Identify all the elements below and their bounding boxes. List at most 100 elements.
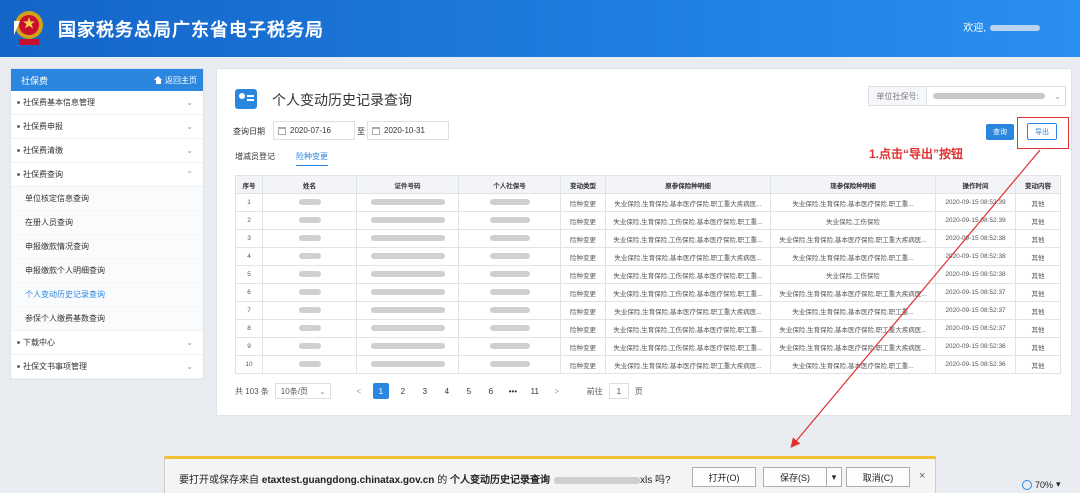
return-home-label: 返回主页 — [165, 75, 197, 85]
cell-index: 10 — [235, 355, 263, 374]
magnifier-icon — [1022, 479, 1032, 490]
date-to-input[interactable]: 2020-10-31 — [367, 121, 449, 140]
cell-change-type: 险种变更 — [560, 337, 606, 356]
site-title: 国家税务总局广东省电子税务局 — [58, 20, 324, 40]
close-icon[interactable]: × — [919, 470, 925, 482]
column-header: 操作时间 — [935, 175, 1016, 194]
chevron-down-icon: ⌄ — [1054, 92, 1061, 101]
table-row[interactable]: 7 险种变更 失业保险,生育保险,基本医疗保险,职工重大疾病医... 失业保险,生育保… — [235, 301, 1061, 320]
sidebar-subitem-change-history[interactable]: 个人变动历史记录查询 — [11, 283, 203, 307]
tab-staff-change[interactable]: 增减员登记 — [235, 151, 275, 162]
sidebar-item-declare[interactable]: 社保费申报 ⌄ — [11, 115, 203, 139]
chevron-down-icon: ⌄ — [186, 362, 193, 371]
download-prefix: 要打开或保存来自 — [179, 475, 259, 486]
page-size-select[interactable]: 10条/页 ⌄ — [274, 383, 331, 399]
cell-original-insurance: 失业保险,生育保险,工伤保险,基本医疗保险,职工重... — [605, 319, 771, 338]
cell-ss-number-redacted — [458, 247, 561, 266]
redacted-blur — [298, 271, 321, 278]
cell-id-number-redacted — [356, 355, 459, 374]
redacted-blur — [370, 289, 445, 296]
table-row[interactable]: 3 险种变更 失业保险,生育保险,工伤保险,基本医疗保险,职工重... 失业保险,生育… — [235, 229, 1061, 248]
redacted-blur — [489, 361, 530, 368]
cell-operation-time: 2020-09-15 08:52:38 — [935, 247, 1016, 266]
sidebar-item-settle[interactable]: 社保费清缴 ⌄ — [11, 139, 203, 163]
goto-page-input[interactable]: 1 — [608, 383, 629, 399]
sidebar-item-documents[interactable]: 社保文书事项管理 ⌄ — [11, 355, 203, 379]
redacted-blur — [489, 289, 530, 296]
open-button[interactable]: 打开(O) — [692, 467, 756, 487]
page-number[interactable]: 11 — [527, 383, 543, 399]
cell-ss-number-redacted — [458, 301, 561, 320]
cell-change-content: 其他 — [1015, 355, 1061, 374]
cell-original-insurance: 失业保险,生育保险,基本医疗保险,职工重大疾病医... — [605, 355, 771, 374]
table-row[interactable]: 6 险种变更 失业保险,生育保险,工伤保险,基本医疗保险,职工重... 失业保险,生育… — [235, 283, 1061, 302]
redacted-blur — [489, 199, 530, 206]
sidebar-item-download-center[interactable]: 下载中心 ⌄ — [11, 331, 203, 355]
next-page-button[interactable]: > — [549, 383, 565, 399]
cell-change-content: 其他 — [1015, 301, 1061, 320]
table-row[interactable]: 2 险种变更 失业保险,生育保险,工伤保险,基本医疗保险,职工重... 失业保险,工伤… — [235, 211, 1061, 230]
cell-name-redacted — [262, 355, 357, 374]
cell-id-number-redacted — [356, 193, 459, 212]
return-home-link[interactable]: 返回主页 — [154, 75, 197, 86]
table-row[interactable]: 8 险种变更 失业保险,生育保险,工伤保险,基本医疗保险,职工重... 失业保险,生育… — [235, 319, 1061, 338]
page-number[interactable]: 3 — [417, 383, 433, 399]
cell-ss-number-redacted — [458, 337, 561, 356]
page-number[interactable]: 4 — [439, 383, 455, 399]
chevron-down-icon: ⌄ — [186, 146, 193, 155]
welcome-user[interactable]: 欢迎, — [963, 19, 1040, 34]
unit-social-security-label: 单位社保号: — [868, 86, 926, 106]
cell-change-type: 险种变更 — [560, 193, 606, 212]
save-button[interactable]: 保存(S) — [763, 467, 827, 487]
date-from-input[interactable]: 2020-07-16 — [273, 121, 355, 140]
sidebar-subitem-payment-status[interactable]: 申报缴款情况查询 — [11, 235, 203, 259]
sidebar-item-basic-info[interactable]: 社保费基本信息管理 ⌄ — [11, 91, 203, 115]
query-button[interactable]: 查询 — [986, 124, 1014, 140]
table-row[interactable]: 4 险种变更 失业保险,生育保险,基本医疗保险,职工重大疾病医... 失业保险,生育保… — [235, 247, 1061, 266]
bullet-icon — [17, 125, 20, 129]
cell-index: 6 — [235, 283, 263, 302]
page-number[interactable]: 1 — [372, 383, 389, 399]
cell-change-content: 其他 — [1015, 283, 1061, 302]
sidebar-item-label: 社保费申报 — [23, 122, 63, 131]
sidebar-item-label: 社保费查询 — [23, 170, 63, 179]
page-number[interactable]: 6 — [483, 383, 499, 399]
cell-name-redacted — [262, 265, 357, 284]
save-dropdown-button[interactable]: ▾ — [826, 467, 842, 487]
cell-change-content: 其他 — [1015, 193, 1061, 212]
sidebar-subitem-registered-staff[interactable]: 在册人员查询 — [11, 211, 203, 235]
cell-index: 9 — [235, 337, 263, 356]
page-ellipsis[interactable]: ••• — [505, 383, 521, 399]
main-panel: 个人变动历史记录查询 单位社保号: ⌄ 查询日期 2020-07-16 至 20… — [216, 68, 1072, 416]
zoom-control[interactable]: 70% ▾ — [1022, 479, 1061, 490]
table-row[interactable]: 5 险种变更 失业保险,生育保险,工伤保险,基本医疗保险,职工重... 失业保险,工伤… — [235, 265, 1061, 284]
cell-change-content: 其他 — [1015, 265, 1061, 284]
table-header-row: 序号 姓名 证件号码 个人社保号 变动类型 原参保险种明细 现参保险种明细 操作… — [235, 175, 1061, 194]
date-to-value: 2020-10-31 — [384, 126, 425, 135]
bullet-icon — [17, 173, 20, 177]
sidebar-subitem-unit-info[interactable]: 单位核定信息查询 — [11, 187, 203, 211]
cancel-button[interactable]: 取消(C) — [846, 467, 910, 487]
table-row[interactable]: 1 险种变更 失业保险,生育保险,基本医疗保险,职工重大疾病医... 失业保险,生育保… — [235, 193, 1061, 212]
table-row[interactable]: 9 险种变更 失业保险,生育保险,工伤保险,基本医疗保险,职工重... 失业保险,生育… — [235, 337, 1061, 356]
page-number[interactable]: 2 — [395, 383, 411, 399]
cell-change-type: 险种变更 — [560, 211, 606, 230]
zoom-dropdown-icon: ▾ — [1056, 479, 1061, 489]
table-row[interactable]: 10 险种变更 失业保险,生育保险,基本医疗保险,职工重大疾病医... 失业保险,生育… — [235, 355, 1061, 374]
sidebar-subitem-contribution-base[interactable]: 参保个人缴费基数查询 — [11, 307, 203, 331]
calendar-icon — [278, 126, 286, 135]
sidebar-title: 社保费 — [21, 75, 49, 86]
app-header: 国家税务总局广东省电子税务局 欢迎, — [0, 0, 1080, 57]
unit-social-security-select[interactable]: ⌄ — [926, 86, 1066, 106]
cell-ss-number-redacted — [458, 229, 561, 248]
sidebar-subitem-payment-detail[interactable]: 申报缴款个人明细查询 — [11, 259, 203, 283]
redacted-blur — [489, 253, 530, 260]
sidebar-item-query[interactable]: 社保费查询 ⌃ — [11, 163, 203, 187]
page-number[interactable]: 5 — [461, 383, 477, 399]
sidebar: 社保费 返回主页 社保费基本信息管理 ⌄ 社保费申报 ⌄ 社保费清缴 ⌄ 社保费… — [10, 68, 204, 380]
cell-operation-time: 2020-09-15 08:52:37 — [935, 301, 1016, 320]
home-icon — [154, 76, 162, 84]
cell-change-content: 其他 — [1015, 247, 1061, 266]
tab-insurance-change[interactable]: 险种变更 — [296, 151, 328, 166]
prev-page-button[interactable]: < — [351, 383, 367, 399]
